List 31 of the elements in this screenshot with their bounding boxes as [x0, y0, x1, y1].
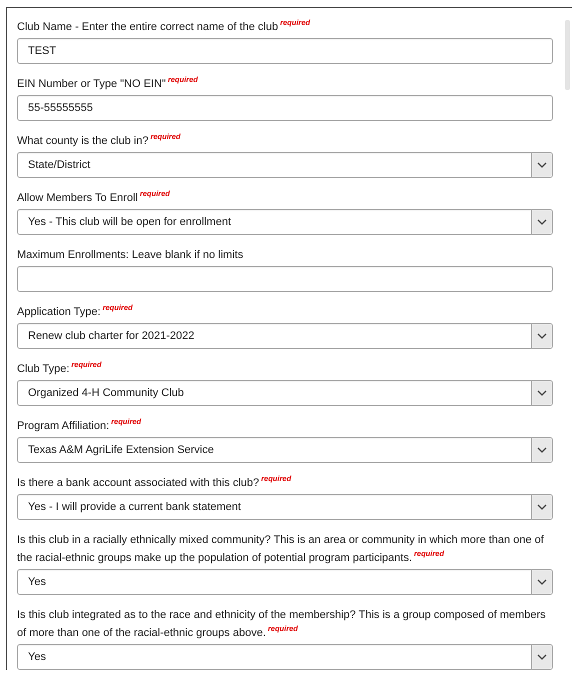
field-label: EIN Number or Type "NO EIN" $^{required}$	[17, 75, 199, 92]
field-label: Maximum Enrollments: Leave blank if no limits	[17, 248, 244, 263]
input-field[interactable]: 55-55555555	[17, 95, 553, 121]
chevron-down-icon	[537, 654, 547, 660]
field-label: Is there a bank account associated with this club? $^{required}$	[17, 474, 292, 491]
dropdown-field[interactable]: Yes	[17, 644, 553, 670]
field-label: What county is the club in? $^{required}$	[17, 132, 182, 149]
field-label: Application Type: $^{required}$	[17, 303, 134, 320]
dropdown-field[interactable]: Renew club charter for 2021-2022	[17, 323, 553, 349]
chevron-down-icon	[537, 579, 547, 585]
chevron-down-icon	[537, 390, 547, 396]
dropdown-field[interactable]: Organized 4-H Community Club	[17, 380, 553, 406]
chevron-down-icon	[537, 333, 547, 339]
input-field[interactable]	[17, 266, 553, 292]
dropdown-field[interactable]: State/District	[17, 152, 553, 178]
field-label: Is this club integrated as to the race and ethnicity of the membership? This is a group composed of members of more than one of the racial-ethnic groups above. $^{required}$	[17, 608, 547, 641]
field-label: Is this club in a racially ethnically mixed community? This is an area or community in which more than one of the racial-ethnic groups make up the population of potential program participants. $^{required}$	[17, 533, 545, 566]
dropdown-field[interactable]: Yes - This club will be open for enrollment	[17, 209, 553, 235]
field-label: Club Name - Enter the entire correct name of the club $^{required}$	[17, 18, 312, 35]
chevron-down-icon	[537, 447, 547, 453]
chevron-down-icon	[537, 219, 547, 225]
chevron-down-icon	[537, 504, 547, 510]
chevron-down-icon	[537, 162, 547, 168]
dropdown-field[interactable]: Yes	[17, 569, 553, 595]
scrollbar[interactable]	[565, 20, 570, 90]
field-label: Allow Members To Enroll $^{required}$	[17, 189, 171, 206]
field-label: Club Type: $^{required}$	[17, 360, 102, 377]
input-field[interactable]: TEST	[17, 38, 553, 64]
field-label: Program Affiliation: $^{required}$	[17, 417, 142, 434]
dropdown-field[interactable]: Texas A&M AgriLife Extension Service	[17, 437, 553, 463]
dropdown-field[interactable]: Yes - I will provide a current bank statement	[17, 494, 553, 520]
